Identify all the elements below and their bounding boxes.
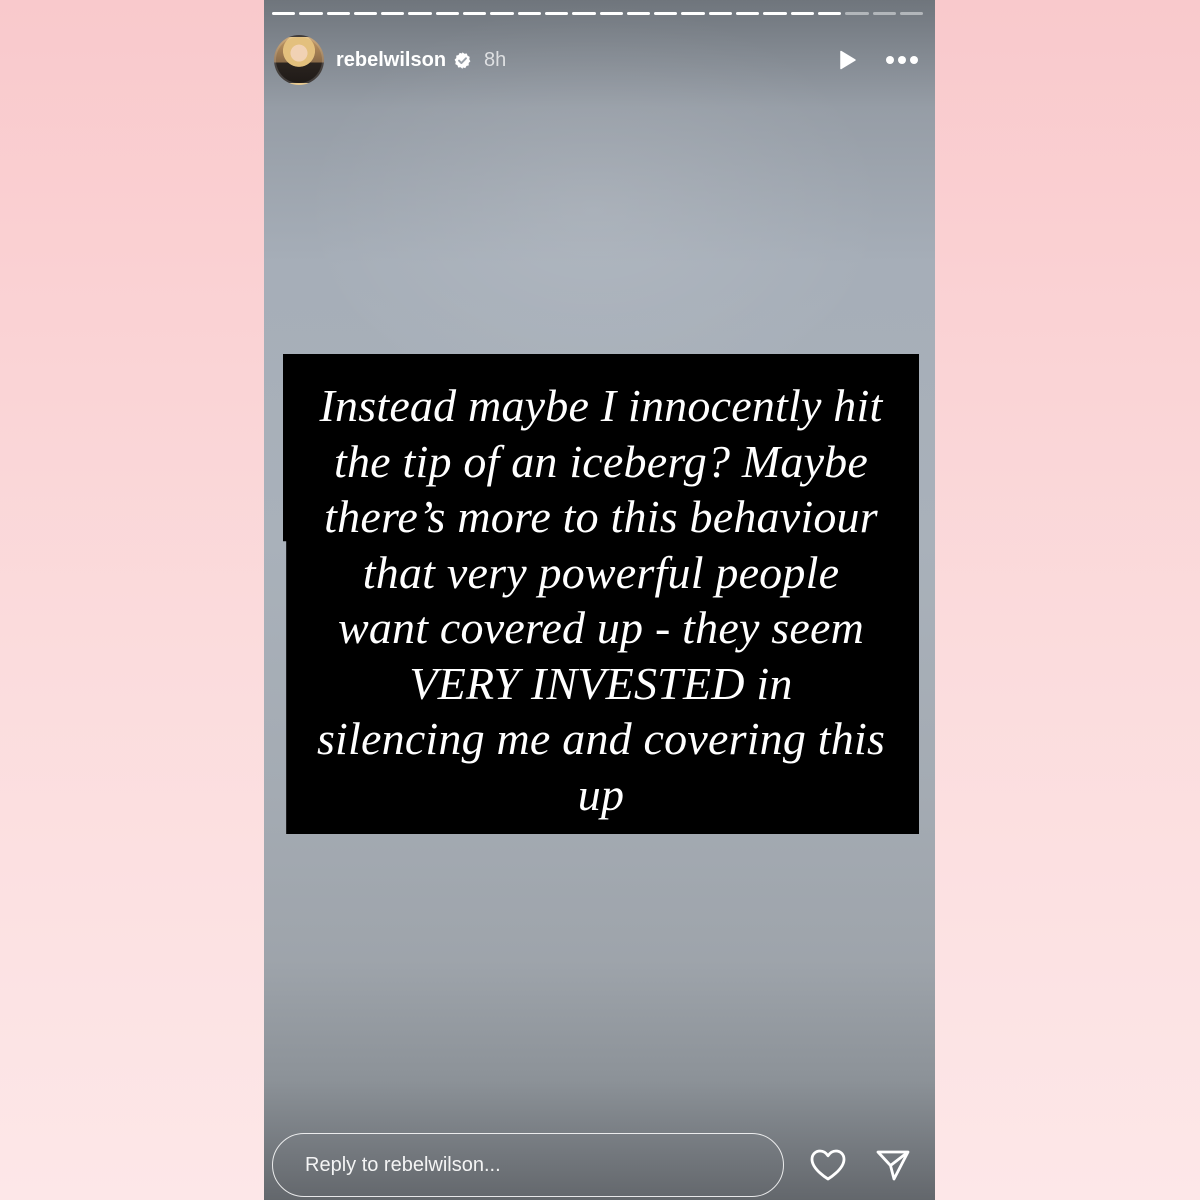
progress-segment bbox=[517, 12, 541, 15]
progress-segment bbox=[763, 12, 787, 15]
progress-segment bbox=[790, 12, 814, 15]
story-text-line: VERY INVESTED in bbox=[409, 657, 793, 709]
story-text: Instead maybe I innocently hit the tip of… bbox=[283, 378, 919, 822]
progress-segment bbox=[626, 12, 651, 15]
progress-segment bbox=[544, 12, 569, 15]
story-viewer[interactable]: rebelwilson 8h Instead maybe I innocentl… bbox=[264, 0, 935, 1200]
story-text-line: want covered up - they seem bbox=[337, 602, 865, 653]
progress-segment bbox=[872, 12, 896, 15]
verified-badge-icon bbox=[453, 51, 472, 70]
progress-segment bbox=[572, 12, 596, 15]
story-text-line: silencing me and covering this bbox=[316, 713, 886, 764]
story-text-line: the tip of an iceberg? Maybe bbox=[333, 435, 869, 487]
progress-segment bbox=[299, 12, 323, 15]
avatar[interactable] bbox=[274, 35, 324, 85]
reply-input[interactable] bbox=[272, 1133, 784, 1197]
progress-segment bbox=[817, 12, 842, 15]
progress-segment bbox=[490, 12, 514, 15]
story-text-line: up bbox=[577, 768, 625, 820]
progress-segment bbox=[736, 12, 760, 15]
progress-segment bbox=[463, 12, 487, 15]
progress-segment bbox=[408, 12, 432, 15]
story-text-line: that very powerful people bbox=[362, 546, 840, 598]
progress-segment bbox=[272, 12, 296, 15]
heart-icon[interactable] bbox=[809, 1148, 847, 1182]
story-progress-bar bbox=[272, 12, 924, 15]
send-icon[interactable] bbox=[875, 1148, 911, 1182]
more-horizontal-icon[interactable] bbox=[885, 55, 919, 65]
progress-segment bbox=[681, 12, 705, 15]
progress-segment bbox=[353, 12, 378, 15]
story-text-box: Instead maybe I innocently hit the tip of… bbox=[283, 354, 919, 834]
progress-segment bbox=[435, 12, 460, 15]
progress-segment bbox=[381, 12, 405, 15]
progress-segment bbox=[899, 12, 924, 15]
username[interactable]: rebelwilson bbox=[336, 49, 446, 72]
progress-segment bbox=[845, 12, 869, 15]
story-text-line: there’s more to this behaviour bbox=[324, 491, 878, 542]
progress-segment bbox=[708, 12, 733, 15]
story-text-line: Instead maybe I innocently hit bbox=[319, 380, 883, 431]
story-header: rebelwilson 8h bbox=[274, 34, 919, 86]
progress-segment bbox=[599, 12, 623, 15]
progress-segment bbox=[326, 12, 350, 15]
post-time: 8h bbox=[484, 48, 507, 71]
progress-segment bbox=[654, 12, 678, 15]
story-footer bbox=[272, 1133, 919, 1197]
play-icon[interactable] bbox=[835, 48, 859, 72]
